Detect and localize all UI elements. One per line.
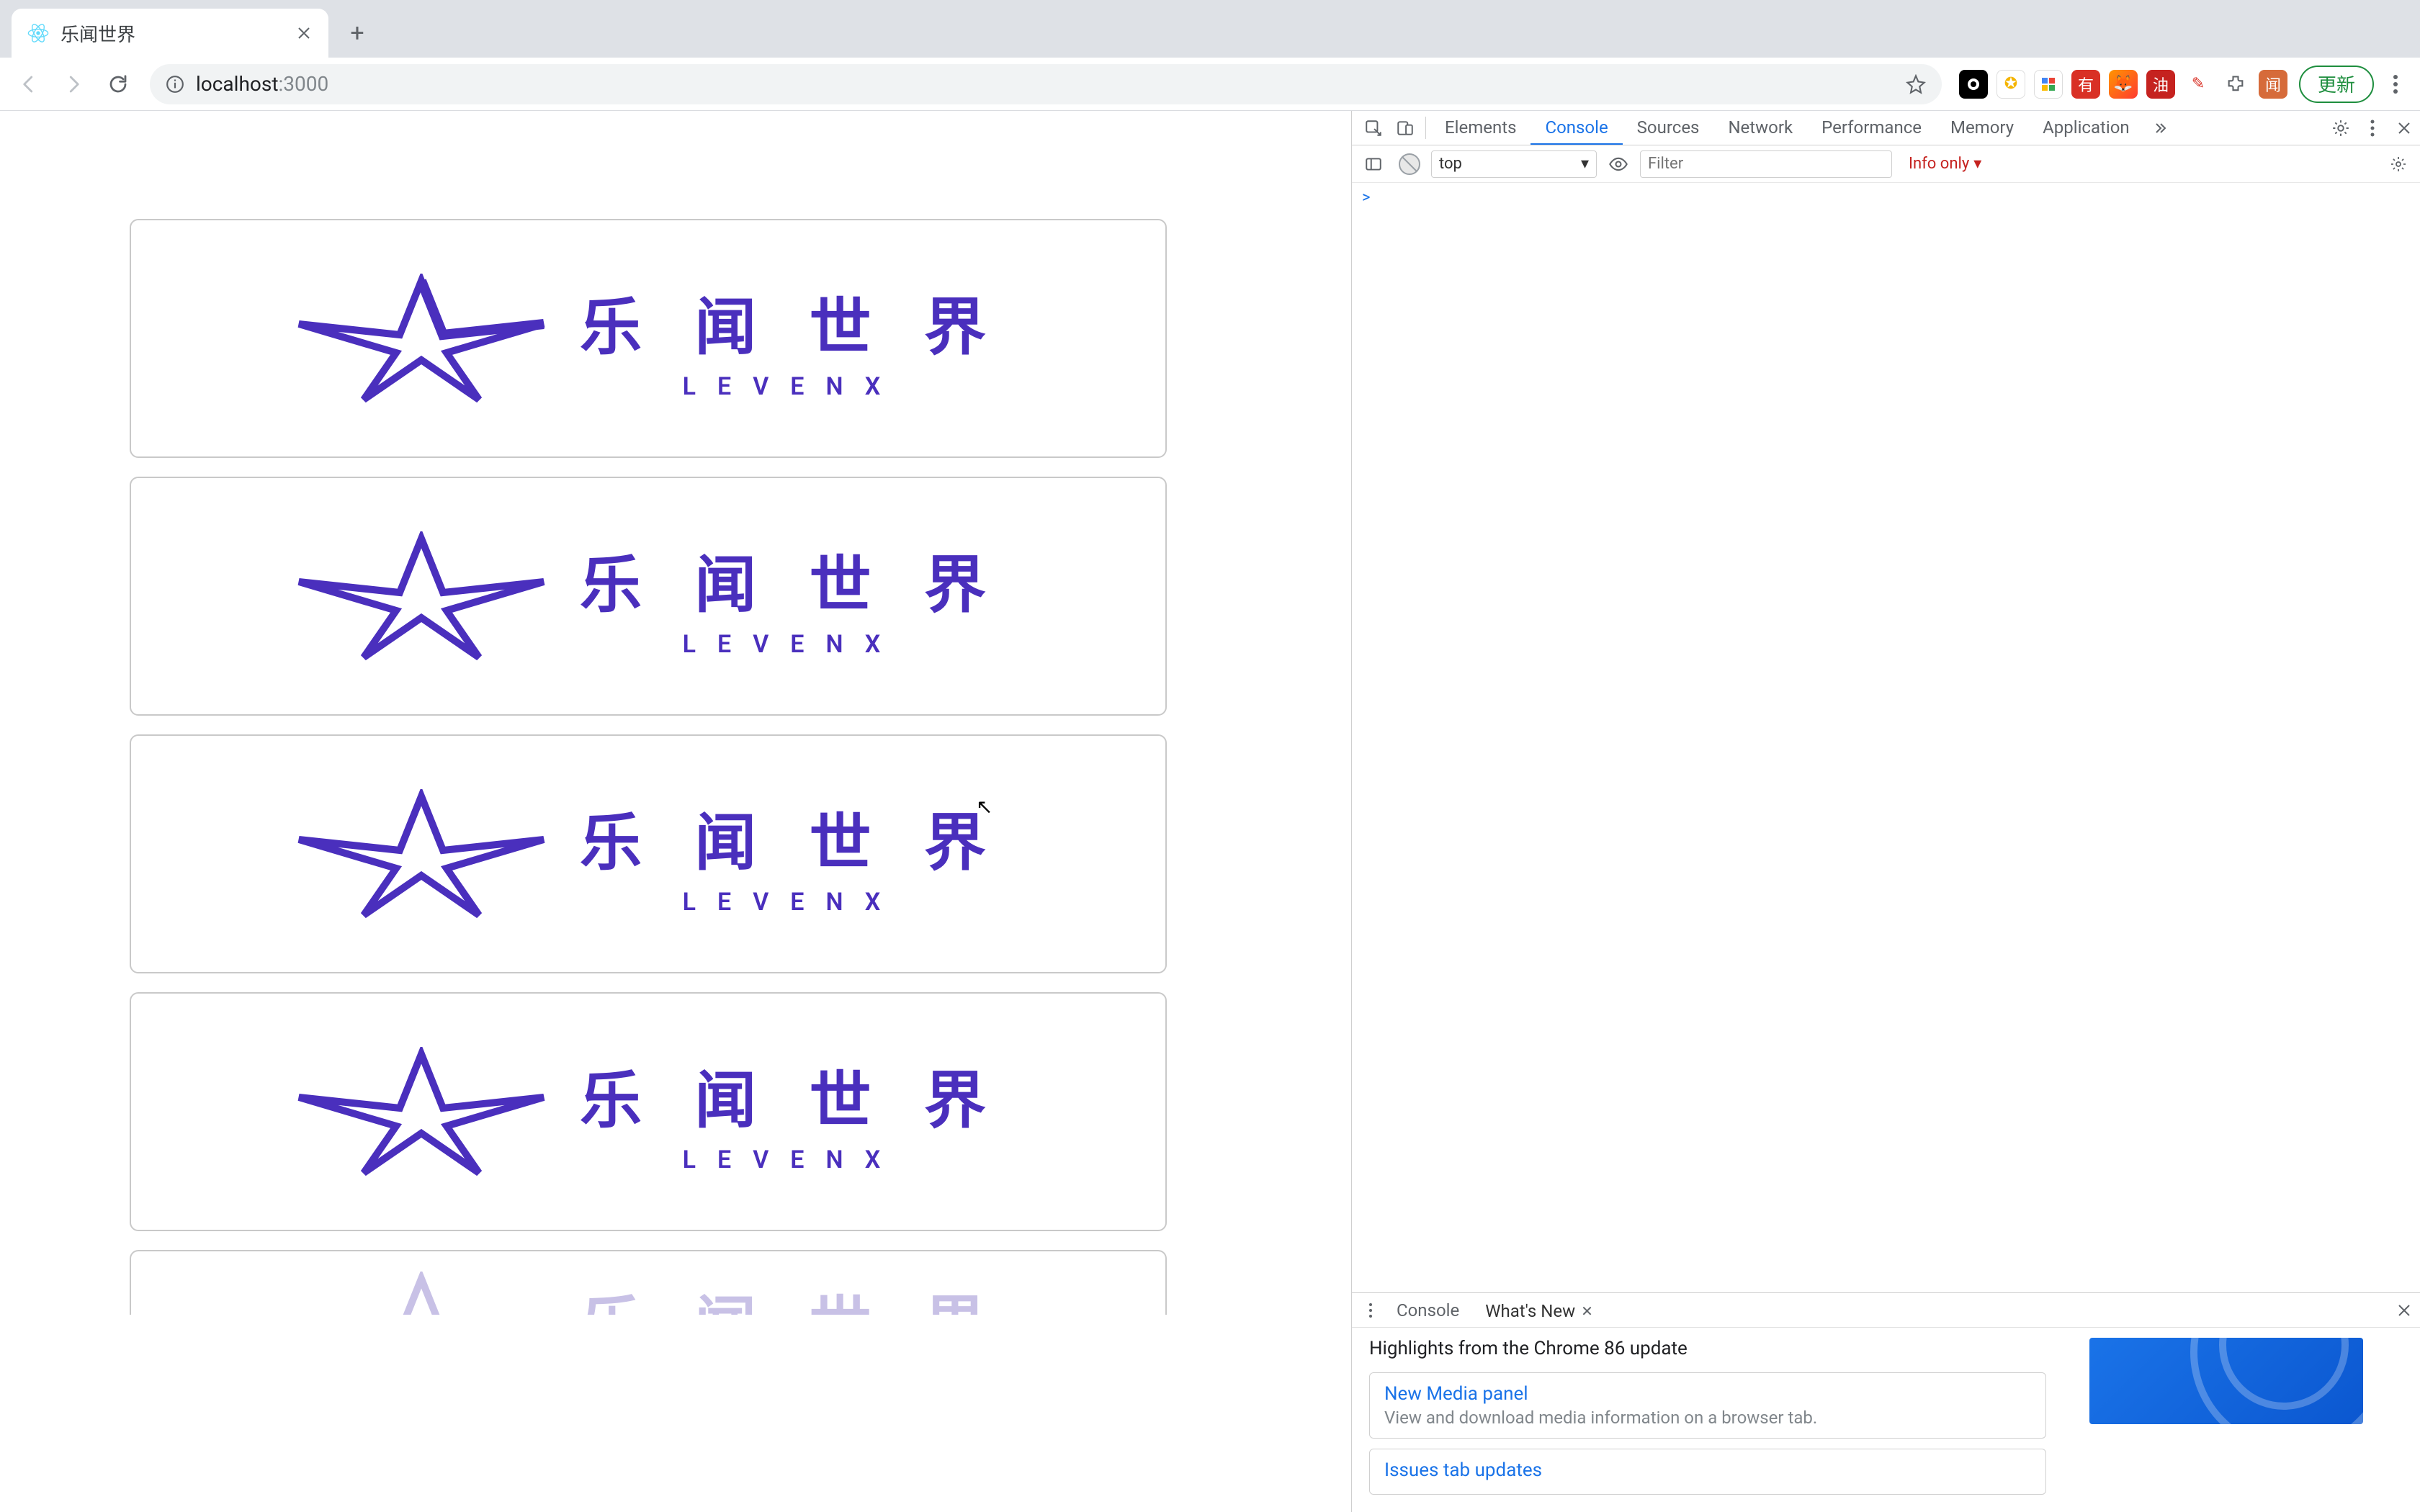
star-icon <box>292 531 551 661</box>
extension-icon[interactable]: 有 <box>2071 70 2100 99</box>
tab-strip: 乐闻世界 + <box>0 0 2420 58</box>
extension-icon[interactable]: 🦊 <box>2109 70 2138 99</box>
log-level-select[interactable]: Info only ▾ <box>1899 150 1991 178</box>
forward-button[interactable] <box>55 66 92 103</box>
console-output[interactable]: > <box>1352 183 2420 1292</box>
logo-text-en: LEVENX <box>683 888 902 917</box>
devtools-panel: Elements Console Sources Network Perform… <box>1352 111 2420 1512</box>
inspect-element-icon[interactable] <box>1358 111 1389 145</box>
whats-new-heading: Highlights from the Chrome 86 update <box>1369 1338 2046 1359</box>
extension-icon[interactable]: ✎ <box>2184 70 2213 99</box>
console-toolbar: top ▾ Info only ▾ <box>1352 145 2420 183</box>
devtools-drawer: Console What's New ✕ Highlights from the… <box>1352 1292 2420 1512</box>
logo-text-cn: 乐 闻 世 界 <box>580 276 1005 366</box>
context-select[interactable]: top ▾ <box>1431 150 1597 178</box>
tab-title: 乐闻世界 <box>60 20 284 47</box>
update-button[interactable]: 更新 <box>2299 66 2374 103</box>
clear-console-icon[interactable] <box>1395 150 1424 179</box>
url-text: localhost:3000 <box>196 72 1894 96</box>
whats-new-card[interactable]: Issues tab updates <box>1369 1449 2046 1495</box>
extension-icons: ✪ 有 🦊 油 ✎ 闻 <box>1955 70 2292 99</box>
bookmark-star-icon[interactable] <box>1906 74 1926 94</box>
more-tabs-icon[interactable] <box>2144 111 2176 145</box>
tab-console[interactable]: Console <box>1531 111 1622 145</box>
card-title: Issues tab updates <box>1384 1459 2031 1481</box>
react-favicon-icon <box>26 21 50 45</box>
new-tab-button[interactable]: + <box>340 16 375 50</box>
levenx-logo: 乐 闻 世 界 LEVENX <box>292 1047 1005 1176</box>
levenx-logo: 乐 闻 世 界 LEVENX <box>292 274 1005 403</box>
devtools-close-icon[interactable] <box>2388 111 2420 145</box>
logo-card: 乐 闻 世 界 LEVENX <box>130 734 1167 973</box>
page-body: 乐 闻 世 界 LEVENX 乐 闻 世 界 LEVENX 乐 闻 世 界 LEVE… <box>0 111 1351 1512</box>
drawer-tabs: Console What's New ✕ <box>1352 1293 2420 1328</box>
logo-text-cn: 乐 闻 世 界 <box>580 1274 1005 1315</box>
tab-elements[interactable]: Elements <box>1430 111 1531 145</box>
logo-card: 乐 闻 世 界 LEVENX <box>130 992 1167 1231</box>
drawer-tab-whats-new[interactable]: What's New ✕ <box>1472 1293 1606 1327</box>
device-toggle-icon[interactable] <box>1389 111 1421 145</box>
tab-network[interactable]: Network <box>1713 111 1807 145</box>
levenx-logo: 乐 闻 世 界 LEVENX <box>292 789 1005 919</box>
whats-new-card[interactable]: New Media panel View and download media … <box>1369 1372 2046 1439</box>
drawer-close-icon[interactable] <box>2388 1293 2420 1327</box>
toolbar: localhost:3000 ✪ 有 🦊 油 ✎ 闻 更新 <box>0 58 2420 111</box>
tab-application[interactable]: Application <box>2028 111 2144 145</box>
reload-button[interactable] <box>99 66 137 103</box>
extensions-menu-icon[interactable] <box>2221 70 2250 99</box>
levenx-logo: 乐 闻 世 界 LEVENX <box>292 531 1005 661</box>
card-title: New Media panel <box>1384 1383 2031 1405</box>
browser-window: 乐闻世界 + localhost:3000 <box>0 0 2420 1512</box>
live-expression-icon[interactable] <box>1604 150 1633 179</box>
profile-avatar[interactable]: 闻 <box>2259 70 2287 99</box>
whats-new-media <box>2089 1338 2363 1424</box>
content-area: 乐 闻 世 界 LEVENX 乐 闻 世 界 LEVENX 乐 闻 世 界 LEVE… <box>0 111 2420 1512</box>
console-prompt-icon: > <box>1362 189 1371 207</box>
star-icon <box>292 274 551 403</box>
devtools-menu-icon[interactable] <box>2357 111 2388 145</box>
console-settings-icon[interactable] <box>2384 150 2413 179</box>
tab-memory[interactable]: Memory <box>1936 111 2028 145</box>
card-desc: View and download media information on a… <box>1384 1408 2031 1428</box>
chrome-menu-icon[interactable] <box>2381 66 2410 103</box>
levenx-logo: 乐 闻 世 界LEVENX <box>292 1272 1005 1315</box>
site-info-icon[interactable] <box>166 75 184 94</box>
drawer-body: Highlights from the Chrome 86 update New… <box>1352 1328 2420 1512</box>
page-viewport: 乐 闻 世 界 LEVENX 乐 闻 世 界 LEVENX 乐 闻 世 界 LEVE… <box>0 111 1352 1512</box>
logo-text-cn: 乐 闻 世 界 <box>580 1050 1005 1140</box>
star-icon <box>292 1272 551 1315</box>
logo-text-cn: 乐 闻 世 界 <box>580 792 1005 882</box>
chevron-down-icon: ▾ <box>1581 155 1589 173</box>
star-icon <box>292 1047 551 1176</box>
drawer-tab-console[interactable]: Console <box>1384 1293 1472 1327</box>
extension-icon[interactable]: ✪ <box>1996 70 2025 99</box>
close-icon[interactable]: ✕ <box>1581 1302 1593 1320</box>
tab-sources[interactable]: Sources <box>1623 111 1714 145</box>
devtools-tabs: Elements Console Sources Network Perform… <box>1352 111 2420 145</box>
extension-icon[interactable]: 油 <box>2146 70 2175 99</box>
logo-text-en: LEVENX <box>683 1146 902 1174</box>
tab-performance[interactable]: Performance <box>1807 111 1936 145</box>
star-icon <box>292 789 551 919</box>
back-button[interactable] <box>10 66 48 103</box>
logo-card: 乐 闻 世 界 LEVENX <box>130 219 1167 458</box>
browser-tab[interactable]: 乐闻世界 <box>12 9 328 58</box>
drawer-menu-icon[interactable] <box>1358 1293 1384 1327</box>
close-tab-icon[interactable] <box>294 23 314 43</box>
logo-text-cn: 乐 闻 世 界 <box>580 534 1005 624</box>
logo-text-en: LEVENX <box>683 372 902 401</box>
logo-card: 乐 闻 世 界LEVENX <box>130 1250 1167 1315</box>
devtools-settings-icon[interactable] <box>2325 111 2357 145</box>
extension-icon[interactable] <box>2034 70 2063 99</box>
logo-text-en: LEVENX <box>683 630 902 659</box>
console-sidebar-toggle-icon[interactable] <box>1359 150 1388 179</box>
address-bar[interactable]: localhost:3000 <box>150 64 1942 104</box>
chevron-down-icon: ▾ <box>1973 155 1981 173</box>
logo-card: 乐 闻 世 界 LEVENX <box>130 477 1167 716</box>
console-filter-input[interactable] <box>1640 150 1892 178</box>
extension-icon[interactable] <box>1959 70 1988 99</box>
